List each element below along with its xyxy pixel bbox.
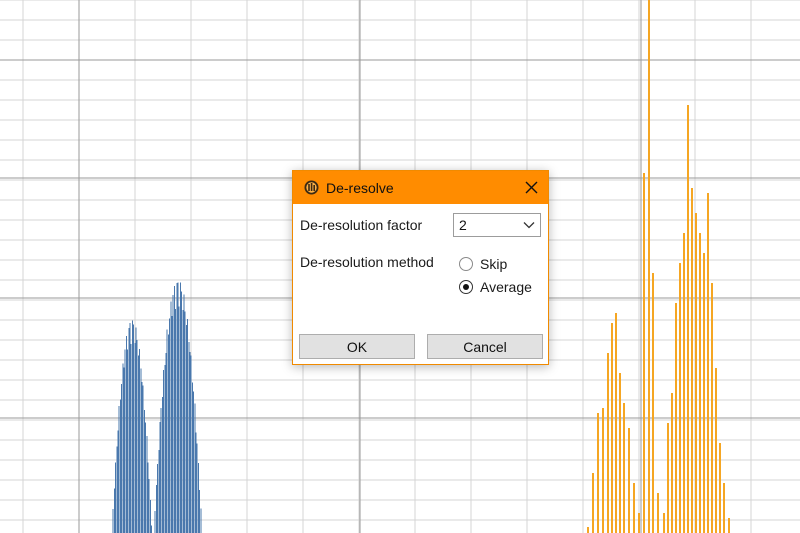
de-resolve-dialog: De-resolve De-resolution factor 2 De-res… — [292, 170, 549, 365]
factor-select[interactable]: 2 — [453, 213, 541, 237]
close-button[interactable] — [514, 171, 548, 204]
factor-label: De-resolution factor — [300, 217, 423, 233]
average-radio-label: Average — [480, 279, 532, 295]
dialog-body: De-resolution factor 2 De-resolution met… — [293, 204, 548, 364]
average-radio[interactable] — [459, 280, 473, 294]
dialog-title-bar[interactable]: De-resolve — [293, 171, 548, 204]
ok-button[interactable]: OK — [299, 334, 415, 359]
cancel-button[interactable]: Cancel — [427, 334, 543, 359]
chevron-down-icon — [523, 222, 535, 229]
dialog-title: De-resolve — [326, 180, 394, 196]
close-icon — [525, 181, 537, 194]
skip-radio[interactable] — [459, 257, 473, 271]
skip-radio-label: Skip — [480, 256, 508, 272]
app-icon — [304, 180, 319, 195]
method-label: De-resolution method — [300, 254, 434, 270]
factor-select-value: 2 — [459, 217, 467, 233]
